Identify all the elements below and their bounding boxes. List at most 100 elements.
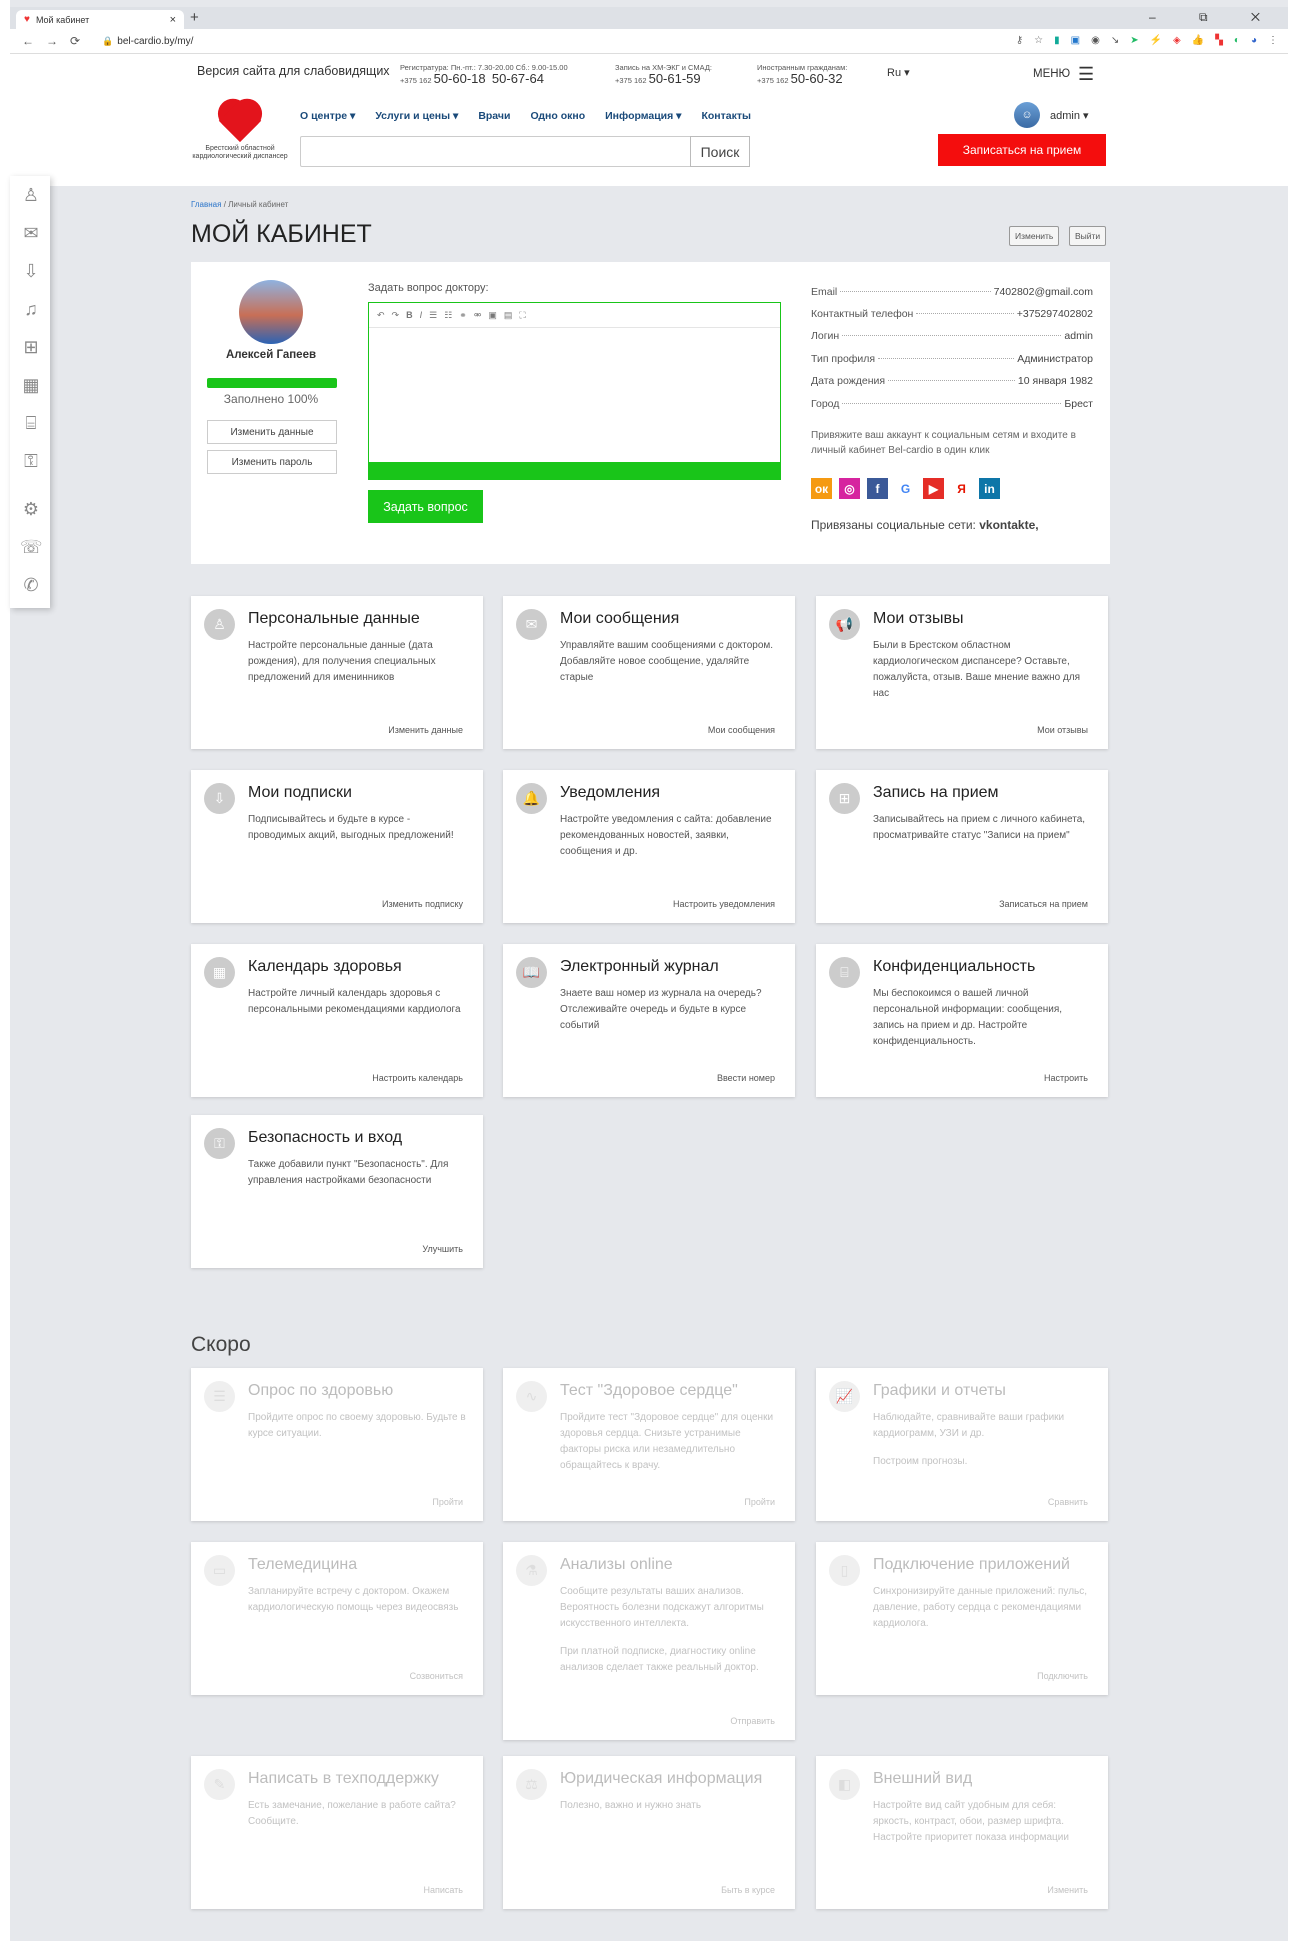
tab-title: Мой кабинет	[35, 14, 90, 25]
user-lock-icon[interactable]: ⚿	[20, 450, 42, 472]
ordered-list-icon[interactable]: ☰	[429, 310, 437, 321]
registry-prefix: +375 162	[400, 76, 432, 85]
breadcrumb-current: Личный кабинет	[228, 200, 289, 209]
card-link[interactable]: Настроить календарь	[372, 1073, 463, 1083]
card-title: Электронный журнал	[560, 958, 719, 975]
user-icon[interactable]: ♙	[20, 184, 42, 206]
card-link[interactable]: Сравнить	[1048, 1497, 1088, 1507]
info-row-profile-type: Тип профиля Администратор	[811, 353, 1093, 365]
nav-item-one-window[interactable]: Одно окно	[530, 110, 585, 122]
accessible-version-link[interactable]: Версия сайта для слабовидящих	[197, 64, 390, 78]
card-link[interactable]: Улучшить	[422, 1244, 463, 1254]
editor-toolbar: ↶ ↷ BI ☰ ☷ ⚭ ⚮ ▣ ▤ ⛶	[369, 303, 780, 328]
site-logo[interactable]: Брестский областной кардиологический дис…	[180, 102, 300, 161]
edit-data-button[interactable]: Изменить данные	[207, 420, 337, 444]
fullscreen-icon[interactable]: ⛶	[519, 310, 525, 321]
card-link[interactable]: Записаться на прием	[999, 899, 1088, 909]
yandex-icon[interactable]: Я	[951, 478, 972, 499]
calendar-icon[interactable]: ▦	[20, 374, 42, 396]
profile-panel: Алексей Гапеев Заполнено 100% Изменить д…	[191, 262, 1110, 564]
instagram-icon[interactable]: ◎	[839, 478, 860, 499]
edit-password-button[interactable]: Изменить пароль	[207, 450, 337, 474]
card-link[interactable]: Написать	[423, 1885, 463, 1895]
bullet-list-icon[interactable]: ☷	[444, 310, 452, 321]
url-field[interactable]: bel-cardio.by/my/	[117, 36, 193, 47]
inbox-icon[interactable]: ⇩	[20, 260, 42, 282]
facebook-icon[interactable]: f	[867, 478, 888, 499]
info-value: 10 января 1982	[1017, 375, 1093, 387]
question-editor[interactable]: ↶ ↷ BI ☰ ☷ ⚭ ⚮ ▣ ▤ ⛶	[368, 302, 781, 480]
window-controls[interactable]: – ⧉ ✕	[1149, 10, 1280, 25]
card-link[interactable]: Настроить	[1044, 1073, 1088, 1083]
nav-item-doctors[interactable]: Врачи	[478, 110, 510, 122]
new-tab-button[interactable]: +	[190, 9, 199, 26]
clipboard-icon[interactable]: ⊞	[20, 336, 42, 358]
user-menu[interactable]: ☺ admin ▾	[1014, 102, 1089, 128]
page-title: МОЙ КАБИНЕТ	[191, 220, 372, 248]
card-link[interactable]: Мои отзывы	[1037, 725, 1088, 735]
link-icon[interactable]: ⚭	[459, 310, 467, 321]
image-icon[interactable]: ▣	[488, 310, 497, 321]
card-link[interactable]: Подключить	[1037, 1671, 1088, 1681]
nav-item-contacts[interactable]: Контакты	[701, 110, 751, 122]
youtube-icon[interactable]: ▶	[923, 478, 944, 499]
heart-logo-icon	[210, 102, 270, 142]
card-link[interactable]: Изменить	[1047, 1885, 1088, 1895]
google-icon[interactable]: G	[895, 478, 916, 499]
redo-icon[interactable]: ↷	[392, 310, 400, 321]
edit-button[interactable]: Изменить	[1009, 226, 1060, 246]
foreign-phone[interactable]: 50-60-32	[791, 71, 843, 86]
chat-icon[interactable]: ☏	[20, 536, 43, 558]
bell-icon[interactable]: ♫	[20, 298, 42, 320]
card-title: Опрос по здоровью	[248, 1382, 394, 1399]
linkedin-icon[interactable]: in	[979, 478, 1000, 499]
card-link[interactable]: Настроить уведомления	[673, 899, 775, 909]
browser-nav-icons[interactable]: ←→⟳	[22, 34, 92, 48]
registry-phone-1[interactable]: 50-60-18	[434, 71, 486, 86]
bold-icon[interactable]: B	[406, 310, 413, 320]
card-link[interactable]: Мои сообщения	[708, 725, 775, 735]
card-link[interactable]: Отправить	[730, 1716, 775, 1726]
card-link[interactable]: Быть в курсе	[721, 1885, 775, 1895]
odnoklassniki-icon[interactable]: ок	[811, 478, 832, 499]
card-link[interactable]: Пройти	[432, 1497, 463, 1507]
megaphone-icon: 📢	[829, 609, 860, 640]
card-description-text: При платной подписке, диагностику online…	[560, 1646, 759, 1673]
undo-icon[interactable]: ↶	[377, 310, 385, 321]
appointment-button[interactable]: Записаться на прием	[938, 134, 1106, 166]
browser-tab[interactable]: ♥ Мой кабинет ×	[16, 10, 184, 29]
envelope-icon[interactable]: ✉	[20, 222, 42, 244]
card-link[interactable]: Изменить подписку	[382, 899, 463, 909]
logout-button[interactable]: Выйти	[1069, 226, 1107, 246]
card-link[interactable]: Созвониться	[410, 1671, 463, 1681]
gear-icon[interactable]: ⚙	[20, 498, 42, 520]
ecg-phone[interactable]: 50-61-59	[649, 71, 701, 86]
privacy-icon[interactable]: ⌸	[20, 412, 42, 434]
close-tab-icon[interactable]: ×	[170, 14, 176, 26]
card-link[interactable]: Ввести номер	[717, 1073, 775, 1083]
language-select[interactable]: Ru ▾	[887, 66, 910, 79]
card-description: Записывайтесь на прием с личного кабинет…	[873, 812, 1095, 856]
heart-favicon-icon: ♥	[24, 14, 30, 25]
registry-phone-2[interactable]: 50-67-64	[492, 71, 544, 86]
extension-icons[interactable]: ⚷ ☆ ▮ ▣ ◉ ↘ ➤ ⚡ ◈ 👍 ▚ ◐ ◕ ⋮	[1016, 35, 1278, 46]
hamburger-icon[interactable]: ☰	[1078, 64, 1094, 85]
search-input[interactable]	[300, 136, 700, 167]
social-glyph: f	[875, 481, 880, 496]
nav-item-services[interactable]: Услуги и цены ▾	[375, 110, 458, 122]
nav-item-about[interactable]: О центре ▾	[300, 110, 355, 122]
menu-label[interactable]: МЕНЮ	[1033, 68, 1070, 80]
phone-icon[interactable]: ✆	[20, 574, 42, 596]
card-link[interactable]: Пройти	[744, 1497, 775, 1507]
breadcrumb-home[interactable]: Главная	[191, 200, 221, 209]
ask-question-button[interactable]: Задать вопрос	[368, 490, 483, 523]
search-button[interactable]: Поиск	[690, 136, 750, 167]
lock-icon: 🔒	[102, 35, 114, 46]
card-title: Тест "Здоровое сердце"	[560, 1382, 738, 1399]
italic-icon[interactable]: I	[420, 310, 423, 320]
media-icon[interactable]: ▤	[504, 310, 513, 321]
nav-item-info[interactable]: Информация ▾	[605, 110, 681, 122]
unlink-icon[interactable]: ⚮	[474, 310, 482, 321]
card-link[interactable]: Изменить данные	[388, 725, 463, 735]
card-description-text: Запланируйте встречу с доктором. Окажем …	[248, 1586, 459, 1613]
